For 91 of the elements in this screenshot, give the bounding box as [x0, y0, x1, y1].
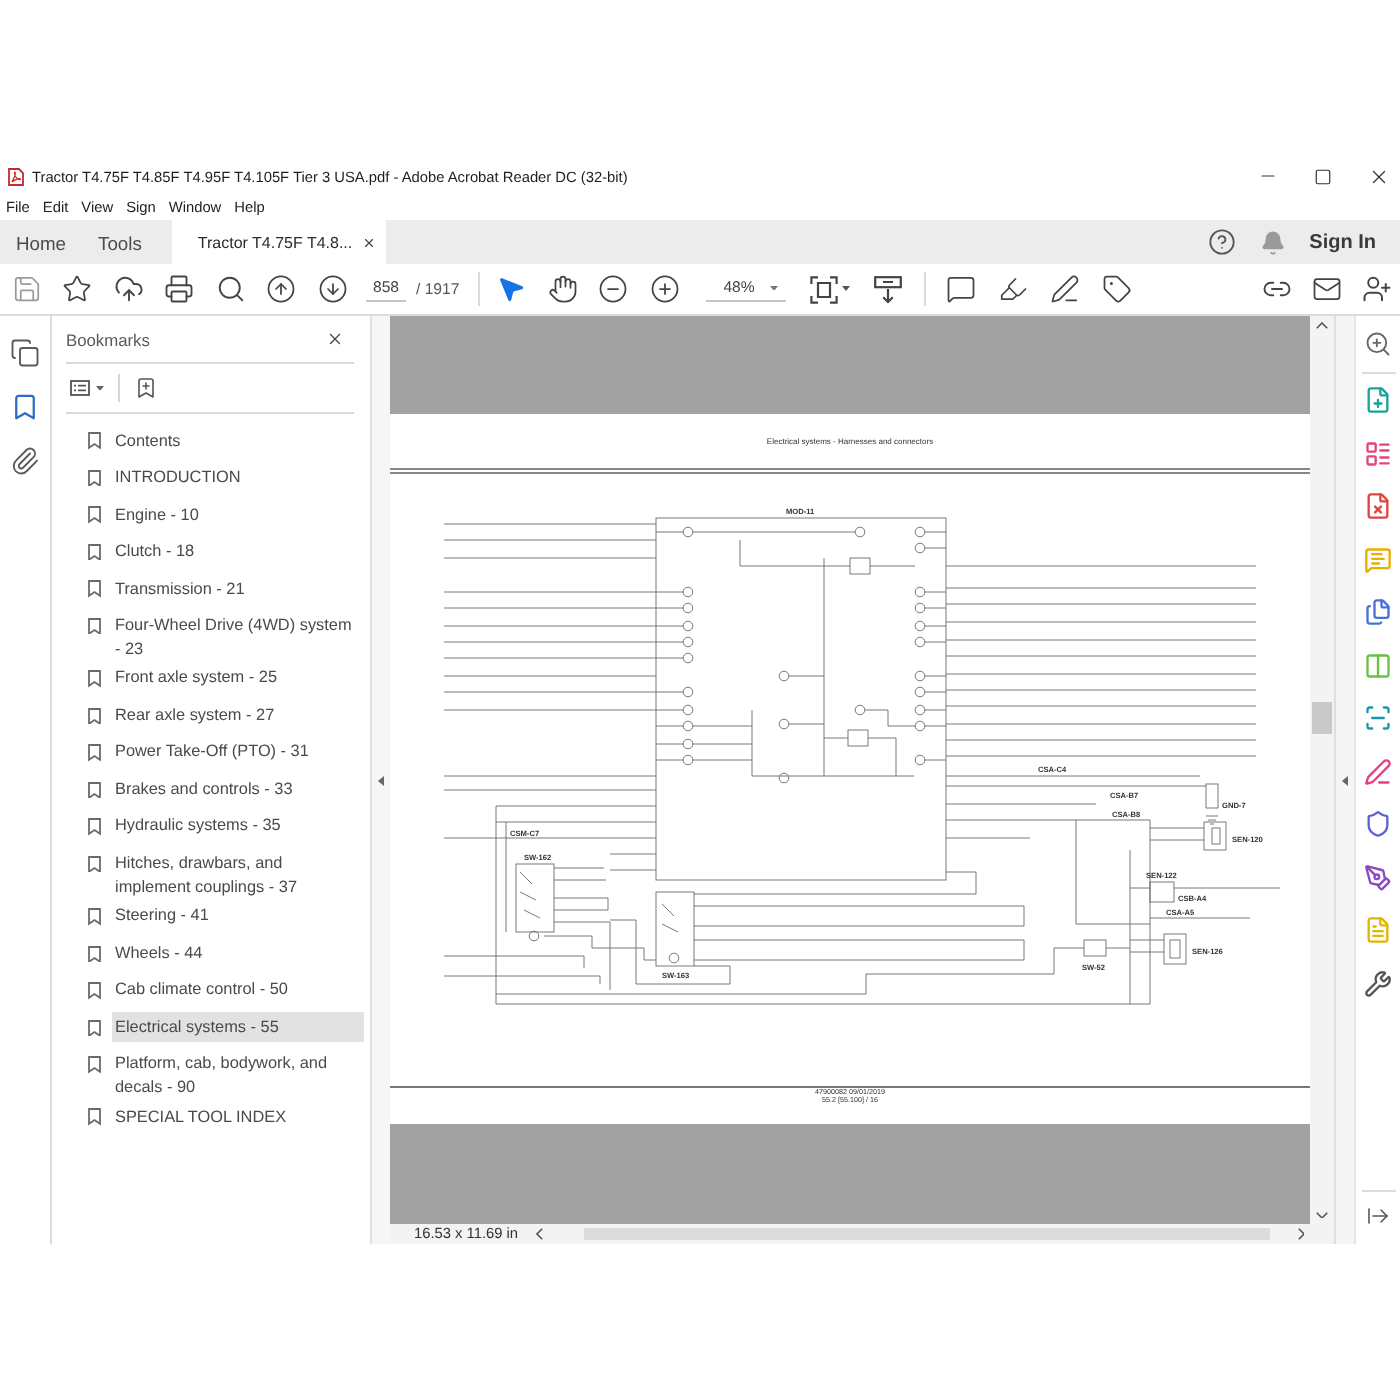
bookmark-icon	[88, 1056, 101, 1073]
bookmark-item[interactable]: Platform, cab, bodywork, and decals - 90	[111, 1049, 363, 1103]
bookmark-item[interactable]: Hitches, drawbars, and implement couplings - 37	[111, 848, 363, 902]
panel-title: Bookmarks	[66, 329, 150, 349]
caret-left-icon[interactable]	[1342, 775, 1348, 785]
close-icon[interactable]	[326, 330, 344, 348]
printer-icon[interactable]	[164, 274, 194, 304]
save-icon[interactable]	[11, 274, 41, 304]
bookmark-icon	[88, 1019, 101, 1036]
star-icon[interactable]	[62, 274, 92, 304]
shield-icon[interactable]	[1364, 810, 1392, 838]
pen-nib-icon[interactable]	[1364, 863, 1392, 891]
bookmark-item[interactable]: Hydraulic systems - 35	[111, 811, 363, 842]
zoom-in-icon[interactable]	[649, 274, 680, 304]
cloud-upload-icon[interactable]	[113, 274, 143, 304]
bookmark-icon	[88, 543, 101, 561]
scroll-right-icon[interactable]	[1297, 1228, 1304, 1240]
highlighter-icon[interactable]	[998, 274, 1029, 304]
close-icon[interactable]	[1368, 165, 1390, 187]
list-icon[interactable]	[1364, 439, 1392, 467]
bookmark-icon	[88, 432, 101, 450]
list-box-icon[interactable]	[70, 380, 90, 396]
file-x-icon[interactable]	[1364, 492, 1392, 520]
mail-icon[interactable]	[1311, 274, 1341, 304]
comment-icon[interactable]	[946, 274, 977, 304]
zoom-out-icon[interactable]	[598, 274, 629, 304]
scrollbar-thumb[interactable]	[1312, 701, 1332, 733]
pen-icon[interactable]	[1050, 274, 1081, 304]
pointer-icon[interactable]	[496, 274, 527, 304]
bookmark-item[interactable]: Steering - 41	[111, 901, 363, 932]
scan-icon[interactable]	[1364, 704, 1392, 732]
hand-icon[interactable]	[547, 274, 578, 304]
wrench-icon[interactable]	[1364, 969, 1392, 997]
bookmark-item[interactable]: Brakes and controls - 33	[111, 774, 363, 805]
bookmark-item[interactable]: Engine - 10	[111, 500, 363, 530]
nav-tab[interactable]: Home	[0, 220, 83, 264]
document-tab[interactable]: Tractor T4.75F T4.8...	[171, 220, 387, 264]
caret-icon[interactable]	[841, 286, 850, 292]
pdf-file-icon	[8, 167, 24, 185]
bookmark-icon	[88, 1108, 101, 1126]
scroll-down-icon[interactable]	[1316, 1211, 1328, 1218]
paperclip-icon[interactable]	[10, 446, 40, 476]
nav-tab[interactable]: Tools	[82, 220, 158, 264]
bookmark-icon	[88, 781, 101, 799]
bookmark-icon	[88, 469, 101, 487]
magnifier-icon[interactable]	[1364, 330, 1392, 358]
bookmark-item[interactable]: INTRODUCTION	[111, 463, 363, 493]
bookmark-icon	[88, 855, 101, 873]
caret-icon[interactable]	[96, 385, 104, 391]
bookmark-item[interactable]: Clutch - 18	[111, 537, 363, 567]
sign-in-button[interactable]: Sign In	[1309, 231, 1376, 253]
bookmark-item[interactable]: SPECIAL TOOL INDEX	[111, 1102, 363, 1132]
bookmark-item[interactable]: Power Take-Off (PTO) - 31	[111, 737, 363, 768]
close-icon[interactable]	[362, 235, 377, 249]
bookmark-item[interactable]: Front axle system - 25	[111, 663, 363, 694]
caret-left-icon[interactable]	[378, 775, 384, 785]
page-down-icon[interactable]	[317, 274, 347, 304]
bookmark-item[interactable]: Wheels - 44	[111, 938, 363, 969]
bookmark-icon	[88, 617, 101, 635]
bookmark-icon	[88, 818, 101, 836]
bookmark-icon	[88, 707, 101, 725]
bookmark-icon	[88, 744, 101, 762]
bookmark-icon	[88, 908, 101, 925]
file-plus-icon[interactable]	[1364, 386, 1392, 414]
bookmark-plus-icon[interactable]	[134, 376, 158, 400]
bookmark-item[interactable]: Four-Wheel Drive (4WD) system - 23	[111, 611, 363, 664]
bookmark-icon[interactable]	[10, 392, 40, 422]
scroll-up-icon[interactable]	[1316, 322, 1328, 329]
pages-icon[interactable]	[10, 338, 40, 368]
bookmark-icon	[88, 945, 101, 962]
maximize-icon[interactable]	[1314, 167, 1332, 185]
bookmark-icon	[88, 506, 101, 524]
bookmark-item[interactable]: Rear axle system - 27	[111, 700, 363, 731]
fit-page-icon[interactable]	[809, 275, 838, 303]
files-icon[interactable]	[1364, 598, 1392, 626]
scroll-left-icon[interactable]	[536, 1228, 544, 1240]
bookmark-item[interactable]: Contents	[111, 426, 363, 456]
bookmark-icon	[88, 982, 101, 999]
arrow-right-icon[interactable]	[1366, 1204, 1390, 1228]
bookmark-item[interactable]: Cab climate control - 50	[111, 975, 363, 1006]
bookmark-item[interactable]: Transmission - 21	[111, 574, 363, 604]
search-icon[interactable]	[215, 274, 245, 304]
bar-arrow-down-icon[interactable]	[873, 275, 902, 303]
bookmark-item[interactable]: Electrical systems - 55	[111, 1012, 363, 1043]
user-plus-icon[interactable]	[1361, 274, 1391, 304]
caret-icon[interactable]	[769, 285, 778, 291]
help-icon[interactable]	[1207, 228, 1236, 256]
tag-icon[interactable]	[1102, 274, 1133, 304]
page-up-icon[interactable]	[266, 274, 296, 304]
bookmark-icon	[88, 580, 101, 598]
bookmark-icon	[88, 670, 101, 688]
